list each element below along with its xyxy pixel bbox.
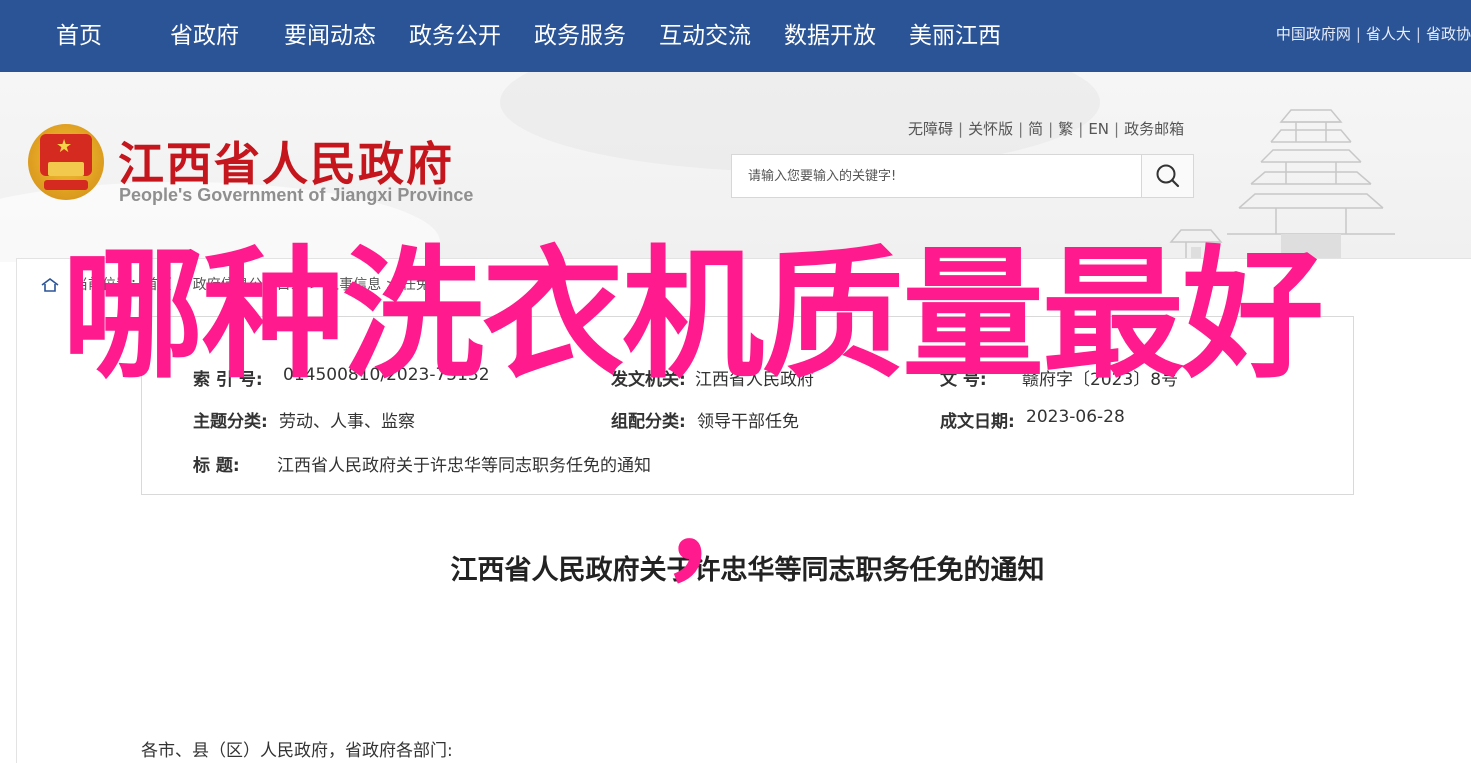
- utility-links: 无障碍 | 关怀版 | 简 | 繁 | EN | 政务邮箱: [908, 118, 1184, 139]
- link-separator: |: [1355, 25, 1361, 43]
- link-government-mail[interactable]: 政务邮箱: [1124, 120, 1184, 138]
- link-provincial-cppcc[interactable]: 省政协: [1426, 25, 1471, 43]
- nav-item-open-government[interactable]: 政务公开: [409, 0, 501, 72]
- overlay-headline: 哪种洗衣机质量最好: [62, 233, 1324, 398]
- nav-item-news[interactable]: 要闻动态: [284, 0, 376, 72]
- search-input[interactable]: [732, 155, 1142, 197]
- assignment-category-value: 领导干部任免: [697, 412, 799, 432]
- title-value: 江西省人民政府关于许忠华等同志职务任免的通知: [277, 456, 651, 476]
- written-date-label: 成文日期:: [940, 412, 1015, 432]
- link-provincial-congress[interactable]: 省人大: [1366, 25, 1411, 43]
- document-salutation: 各市、县（区）人民政府，省政府各部门:: [141, 741, 453, 761]
- search-box: [731, 154, 1194, 198]
- overlay-comma: ，: [660, 458, 780, 597]
- search-icon: [1156, 164, 1180, 188]
- site-subtitle: People's Government of Jiangxi Province: [119, 185, 474, 205]
- nav-item-open-data[interactable]: 数据开放: [784, 0, 876, 72]
- nav-item-home[interactable]: 首页: [56, 0, 102, 72]
- link-separator: |: [1114, 120, 1120, 138]
- link-care-version[interactable]: 关怀版: [968, 120, 1013, 138]
- nav-item-government-services[interactable]: 政务服务: [534, 0, 626, 72]
- assignment-category-label: 组配分类:: [611, 412, 686, 432]
- link-separator: |: [958, 120, 964, 138]
- home-icon[interactable]: [40, 277, 60, 293]
- title-label: 标 题:: [193, 456, 240, 476]
- link-simplified-chinese[interactable]: 简: [1028, 120, 1043, 138]
- top-external-links: 中国政府网 | 省人大 | 省政协: [1276, 23, 1471, 44]
- national-emblem-icon: ★: [28, 124, 104, 200]
- link-english[interactable]: EN: [1088, 120, 1109, 138]
- link-separator: |: [1415, 25, 1421, 43]
- link-separator: |: [1018, 120, 1024, 138]
- topic-category-value: 劳动、人事、监察: [279, 412, 415, 432]
- written-date-value: 2023-06-28: [1026, 407, 1125, 427]
- nav-item-interaction[interactable]: 互动交流: [659, 0, 751, 72]
- link-china-gov[interactable]: 中国政府网: [1276, 25, 1351, 43]
- top-nav-bar: 首页 省政府 要闻动态 政务公开 政务服务 互动交流 数据开放 美丽江西 中国政…: [0, 0, 1471, 72]
- nav-item-provincial-government[interactable]: 省政府: [170, 0, 239, 72]
- link-accessibility[interactable]: 无障碍: [908, 120, 953, 138]
- link-traditional-chinese[interactable]: 繁: [1058, 120, 1073, 138]
- topic-category-label: 主题分类:: [193, 412, 268, 432]
- link-separator: |: [1048, 120, 1054, 138]
- nav-item-beautiful-jiangxi[interactable]: 美丽江西: [909, 0, 1001, 72]
- link-separator: |: [1078, 120, 1084, 138]
- search-button[interactable]: [1141, 155, 1193, 197]
